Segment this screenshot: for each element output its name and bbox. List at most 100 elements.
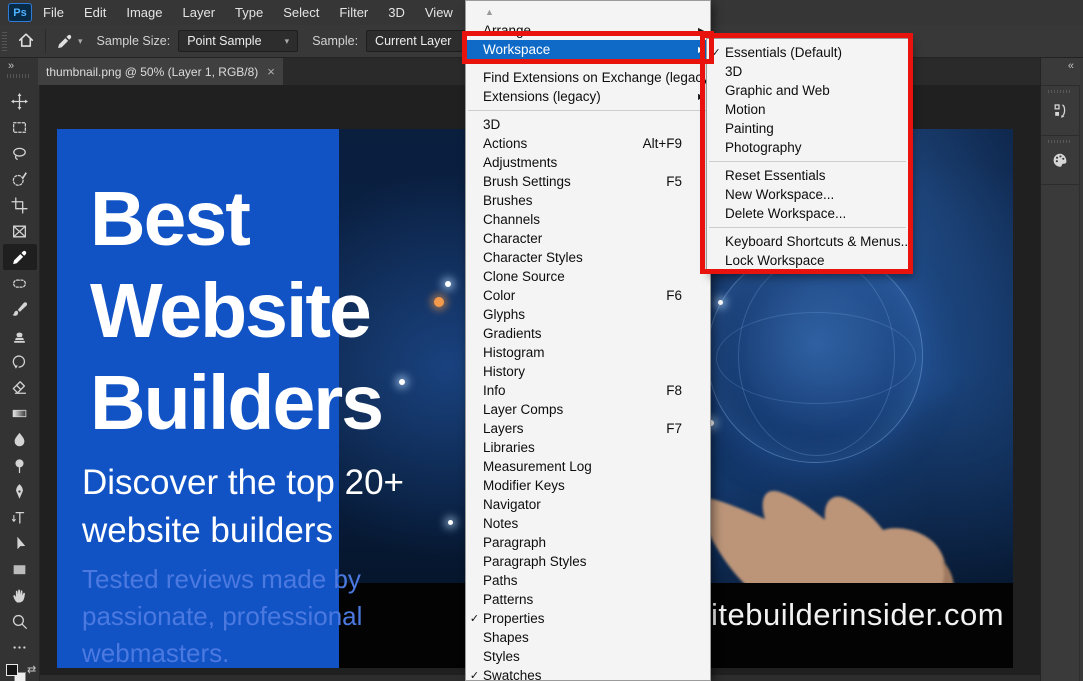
window-menu-scroll-up-icon[interactable]: ▲	[466, 6, 710, 21]
menu-item-label: Gradients	[483, 326, 542, 341]
frame-tool[interactable]	[3, 218, 37, 244]
rectangle-tool[interactable]	[3, 556, 37, 582]
menu-item-label: Measurement Log	[483, 459, 592, 474]
eraser-tool[interactable]	[3, 374, 37, 400]
menubar-item-3d[interactable]: 3D	[379, 2, 414, 23]
panel-grip[interactable]	[7, 74, 31, 78]
window-menu-item-brushes[interactable]: Brushes	[466, 191, 710, 210]
window-menu-item-info[interactable]: Info F8	[466, 381, 710, 400]
window-menu-item-adjustments[interactable]: Adjustments	[466, 153, 710, 172]
window-menu-item-histogram[interactable]: Histogram	[466, 343, 710, 362]
window-menu-item-libraries[interactable]: Libraries	[466, 438, 710, 457]
window-menu-item-channels[interactable]: Channels	[466, 210, 710, 229]
foreground-color-swatch[interactable]	[6, 664, 18, 676]
menubar-item-image[interactable]: Image	[117, 2, 171, 23]
window-menu-item-3d[interactable]: 3D	[466, 115, 710, 134]
hand-icon	[13, 588, 25, 603]
expand-panel-icon[interactable]: »	[8, 60, 14, 72]
home-icon[interactable]	[17, 31, 35, 52]
type-tool[interactable]	[3, 504, 37, 530]
color-panel-button[interactable]	[1041, 135, 1079, 185]
window-menu-item-color[interactable]: Color F6	[466, 286, 710, 305]
window-menu-item-layer-comps[interactable]: Layer Comps	[466, 400, 710, 419]
gradient-tool[interactable]	[3, 400, 37, 426]
window-menu-item-extensions-legacy[interactable]: Extensions (legacy) ▶	[466, 87, 710, 106]
object-selection-tool[interactable]	[3, 166, 37, 192]
frame-icon	[13, 225, 26, 237]
menubar-item-edit[interactable]: Edit	[75, 2, 115, 23]
window-menu-item-glyphs[interactable]: Glyphs	[466, 305, 710, 324]
window-menu-item-brush-settings[interactable]: Brush Settings F5	[466, 172, 710, 191]
window-menu-item-history[interactable]: History	[466, 362, 710, 381]
rectangle-icon	[13, 564, 26, 574]
window-menu-item-shapes[interactable]: Shapes	[466, 628, 710, 647]
window-menu-item-patterns[interactable]: Patterns	[466, 590, 710, 609]
brush-icon	[12, 301, 28, 316]
window-menu-dropdown: ▲ Arrange ▶ Workspace ▶ Find Extensions on Ex…	[465, 0, 711, 681]
eraser-icon	[12, 380, 27, 394]
menubar-item-filter[interactable]: Filter	[330, 2, 377, 23]
edit-toolbar-tool[interactable]	[3, 634, 37, 660]
brush-tool[interactable]	[3, 296, 37, 322]
window-menu-item-paragraph[interactable]: Paragraph	[466, 533, 710, 552]
move-tool[interactable]	[3, 88, 37, 114]
annotation-box-submenu	[700, 33, 913, 274]
eyedropper-tool-preset[interactable]: ▾	[56, 33, 83, 50]
menubar-item-file[interactable]: File	[34, 2, 73, 23]
path-selection-tool[interactable]	[3, 530, 37, 556]
window-menu-item-modifier-keys[interactable]: Modifier Keys	[466, 476, 710, 495]
hand-tool[interactable]	[3, 582, 37, 608]
dodge-tool[interactable]	[3, 452, 37, 478]
rectangular-marquee-tool[interactable]	[3, 114, 37, 140]
path-selection-icon	[17, 536, 26, 549]
window-menu-item-gradients[interactable]: Gradients	[466, 324, 710, 343]
clone-stamp-tool[interactable]	[3, 322, 37, 348]
window-menu-item-character-styles[interactable]: Character Styles	[466, 248, 710, 267]
window-menu-item-layers[interactable]: Layers F7	[466, 419, 710, 438]
window-menu-item-styles[interactable]: Styles	[466, 647, 710, 666]
menubar-item-layer[interactable]: Layer	[174, 2, 225, 23]
photoshop-window: itebuilderinsider.com Best Website Build…	[0, 0, 1083, 681]
window-menu-item-navigator[interactable]: Navigator	[466, 495, 710, 514]
window-menu-item-notes[interactable]: Notes	[466, 514, 710, 533]
menu-item-label: Info	[483, 383, 506, 398]
history-panel-button[interactable]	[1041, 85, 1079, 135]
dodge-icon	[15, 458, 24, 473]
eyedropper-tool[interactable]	[2, 244, 37, 270]
menubar-item-select[interactable]: Select	[274, 2, 328, 23]
window-menu-item-measurement-log[interactable]: Measurement Log	[466, 457, 710, 476]
menu-item-shortcut: F6	[666, 288, 682, 303]
sample-size-dropdown[interactable]: Point Sample ▾	[178, 30, 299, 52]
window-menu-item-paths[interactable]: Paths	[466, 571, 710, 590]
pen-tool[interactable]	[3, 478, 37, 504]
gradient-icon	[12, 409, 27, 417]
window-menu-item-character[interactable]: Character	[466, 229, 710, 248]
lasso-tool[interactable]	[3, 140, 37, 166]
window-menu-item-find-extensions-on-exchange-legacy[interactable]: Find Extensions on Exchange (legacy)...	[466, 68, 710, 87]
crop-tool[interactable]	[3, 192, 37, 218]
foreground-background-colors[interactable]: ⇄	[5, 663, 36, 681]
menu-item-label: Clone Source	[483, 269, 565, 284]
document-tab[interactable]: thumbnail.png @ 50% (Layer 1, RGB/8) ×	[38, 58, 283, 85]
menu-item-label: Paths	[483, 573, 518, 588]
menubar-item-type[interactable]: Type	[226, 2, 272, 23]
orange-bokeh-dot	[434, 297, 444, 307]
window-menu-item-clone-source[interactable]: Clone Source	[466, 267, 710, 286]
window-menu-item-properties[interactable]: ✓ Properties	[466, 609, 710, 628]
collapse-panels-icon[interactable]: «	[1068, 60, 1074, 72]
close-tab-icon[interactable]: ×	[267, 64, 275, 79]
spot-healing-brush-tool[interactable]	[3, 270, 37, 296]
bokeh-dot	[718, 300, 723, 305]
options-bar-grip[interactable]	[2, 31, 7, 51]
window-menu-item-actions[interactable]: Actions Alt+F9	[466, 134, 710, 153]
menubar-item-view[interactable]: View	[416, 2, 462, 23]
dock-divider	[1079, 85, 1080, 681]
menu-item-label: Character Styles	[483, 250, 583, 265]
checkmark-icon: ✓	[469, 670, 480, 681]
blur-tool[interactable]	[3, 426, 37, 452]
swap-colors-icon[interactable]: ⇄	[27, 663, 36, 676]
zoom-tool[interactable]	[3, 608, 37, 634]
history-brush-tool[interactable]	[3, 348, 37, 374]
window-menu-item-paragraph-styles[interactable]: Paragraph Styles	[466, 552, 710, 571]
window-menu-item-swatches[interactable]: ✓ Swatches	[466, 666, 710, 681]
